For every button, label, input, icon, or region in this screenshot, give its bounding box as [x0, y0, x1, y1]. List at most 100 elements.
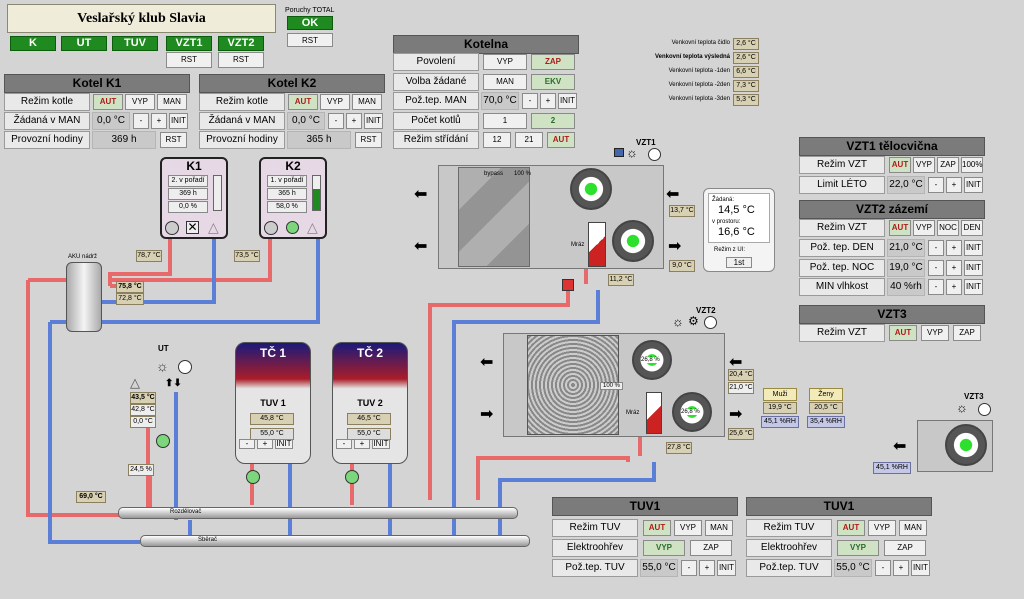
tuv2-init-button[interactable]: INIT	[372, 439, 390, 449]
k2-plus-button[interactable]: +	[346, 113, 362, 129]
tuv-b-aut-button[interactable]: AUT	[837, 520, 865, 536]
aku-top-temp: 75,8 °C	[116, 281, 144, 293]
rotation-12-button[interactable]: 12	[483, 132, 511, 148]
weather-value-3: 7,3 °C	[733, 80, 759, 92]
boiler-k2-box[interactable]: K2 1. v pořadí 365 h 58,0 % △	[259, 157, 327, 239]
tuv-b-minus-button[interactable]: -	[875, 560, 891, 576]
faults-reset-button[interactable]: RST	[287, 33, 333, 47]
kotelna-zap-button[interactable]: ZAP	[531, 54, 575, 70]
k2-aut-button[interactable]: AUT	[288, 94, 318, 110]
vzt1-monitor-icon[interactable]	[614, 148, 624, 157]
vzt2-day-minus-button[interactable]: -	[928, 240, 944, 256]
vzt2-hum-minus-button[interactable]: -	[928, 279, 944, 295]
kotelna-man-temp-label: Pož.tep. MAN	[393, 92, 479, 110]
vzt3-aut-button[interactable]: AUT	[889, 325, 917, 341]
vzt3-clock-icon[interactable]	[978, 403, 991, 416]
vzt1-init-button[interactable]: INIT	[964, 177, 983, 193]
tuv-a-temp-value: 55,0 °C	[640, 559, 678, 577]
vzt1-room-thermostat[interactable]: Žádaná: 14,5 °C v prostoru: 16,6 °C Reži…	[703, 188, 775, 272]
nav-vzt2-button[interactable]: VZT2	[218, 36, 264, 51]
tuv-b-heater-vyp-button[interactable]: VYP	[837, 540, 879, 556]
k1-minus-button[interactable]: -	[133, 113, 149, 129]
vzt2-hum-plus-button[interactable]: +	[946, 279, 962, 295]
vzt1-minus-button[interactable]: -	[928, 177, 944, 193]
vzt2-hum-init-button[interactable]: INIT	[964, 279, 983, 295]
vzt2-aut-button[interactable]: AUT	[889, 220, 911, 236]
room-zeny-humidity: 35,4 %RH	[807, 416, 845, 428]
k2-reset-button[interactable]: RST	[355, 132, 382, 148]
tuv-a-minus-button[interactable]: -	[681, 560, 697, 576]
vzt2-noc-button[interactable]: NOC	[937, 220, 959, 236]
tuv-b-vyp-button[interactable]: VYP	[868, 520, 896, 536]
k2-minus-button[interactable]: -	[328, 113, 344, 129]
vzt2-day-init-button[interactable]: INIT	[964, 240, 983, 256]
vzt2-reset-button[interactable]: RST	[218, 52, 264, 68]
k1-init-button[interactable]: INIT	[169, 113, 188, 129]
tuv-b-man-button[interactable]: MAN	[899, 520, 927, 536]
vzt2-night-init-button[interactable]: INIT	[964, 260, 983, 276]
tuv-a-plus-button[interactable]: +	[699, 560, 715, 576]
tuv1-init-button[interactable]: INIT	[275, 439, 293, 449]
rotation-21-button[interactable]: 21	[515, 132, 543, 148]
kotelna-init-button[interactable]: INIT	[558, 93, 577, 109]
vzt1-aut-button[interactable]: AUT	[889, 157, 911, 173]
vzt2-night-minus-button[interactable]: -	[928, 260, 944, 276]
tuv-a-heater-vyp-button[interactable]: VYP	[643, 540, 685, 556]
thermostat-mode-button[interactable]: 1st	[726, 257, 752, 268]
k2-init-button[interactable]: INIT	[364, 113, 383, 129]
ut-clock-icon[interactable]	[178, 360, 192, 374]
vzt1-intake-arrow-icon: ⬅	[414, 186, 428, 203]
vzt1-100pct-button[interactable]: 100%	[961, 157, 983, 173]
tuv-b-plus-button[interactable]: +	[893, 560, 909, 576]
tuv-a-man-button[interactable]: MAN	[705, 520, 733, 536]
kotelna-vyp-button[interactable]: VYP	[483, 54, 527, 70]
tuv-b-heater-zap-button[interactable]: ZAP	[884, 540, 926, 556]
tuv1-plus-button[interactable]: +	[257, 439, 273, 449]
rotation-aut-button[interactable]: AUT	[547, 132, 575, 148]
tuv-a-heater-zap-button[interactable]: ZAP	[690, 540, 732, 556]
vzt1-clock-icon[interactable]	[648, 148, 661, 161]
vzt1-reset-button[interactable]: RST	[166, 52, 212, 68]
tuv2-minus-button[interactable]: -	[336, 439, 352, 449]
tuv-b-init-button[interactable]: INIT	[911, 560, 930, 576]
k1-vyp-button[interactable]: VYP	[125, 94, 155, 110]
k2-vyp-button[interactable]: VYP	[320, 94, 350, 110]
kotelna-man-button[interactable]: MAN	[483, 74, 527, 90]
boiler-k2-pump-icon	[264, 221, 278, 235]
vzt2-day-plus-button[interactable]: +	[946, 240, 962, 256]
k1-aut-button[interactable]: AUT	[93, 94, 123, 110]
k1-plus-button[interactable]: +	[151, 113, 167, 129]
vzt3-vyp-button[interactable]: VYP	[921, 325, 949, 341]
boiler-count-2-button[interactable]: 2	[531, 113, 575, 129]
k1-man-button[interactable]: MAN	[157, 94, 187, 110]
vzt2-den-button[interactable]: DEN	[961, 220, 983, 236]
tuv-a-init-button[interactable]: INIT	[717, 560, 736, 576]
kotelna-minus-button[interactable]: -	[522, 93, 538, 109]
thermostat-room-label: v prostoru:	[712, 219, 741, 225]
site-title-box: Veslařský klub Slavia	[7, 4, 276, 33]
nav-ut-button[interactable]: UT	[61, 36, 107, 51]
nav-k-button[interactable]: K	[10, 36, 56, 51]
tuv1-minus-button[interactable]: -	[239, 439, 255, 449]
vzt2-clock-icon[interactable]	[704, 316, 717, 329]
boiler-count-1-button[interactable]: 1	[483, 113, 527, 129]
nav-tuv-button[interactable]: TUV	[112, 36, 158, 51]
tuv-a-aut-button[interactable]: AUT	[643, 520, 671, 536]
tuv2-plus-button[interactable]: +	[354, 439, 370, 449]
tuv2-tank-temp: 46,5 °C	[347, 413, 391, 425]
k2-man-button[interactable]: MAN	[352, 94, 382, 110]
kotelna-ekv-button[interactable]: EKV	[531, 74, 575, 90]
kotelna-plus-button[interactable]: +	[540, 93, 556, 109]
weather-label-4: Venkovní teplota -3den	[668, 96, 730, 102]
k1-reset-button[interactable]: RST	[160, 132, 187, 148]
vzt1-zap-button[interactable]: ZAP	[937, 157, 959, 173]
vzt1-summer-limit-label: Limit LÉTO	[799, 176, 885, 194]
tuv-a-vyp-button[interactable]: VYP	[674, 520, 702, 536]
nav-vzt1-button[interactable]: VZT1	[166, 36, 212, 51]
vzt1-plus-button[interactable]: +	[946, 177, 962, 193]
vzt1-vyp-button[interactable]: VYP	[913, 157, 935, 173]
vzt2-night-plus-button[interactable]: +	[946, 260, 962, 276]
vzt2-vyp-button[interactable]: VYP	[913, 220, 935, 236]
boiler-k1-box[interactable]: K1 2. v pořadí 369 h 0,0 % ✕ △	[160, 157, 228, 239]
vzt3-zap-button[interactable]: ZAP	[953, 325, 981, 341]
